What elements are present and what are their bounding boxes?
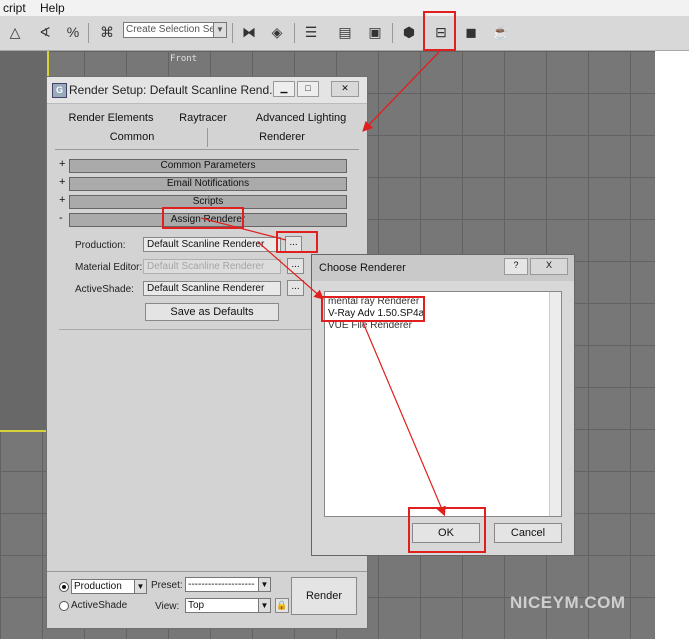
arrow-to-assign-renderer — [200, 217, 287, 241]
annotation-arrows — [200, 51, 446, 517]
arrow-to-ok — [361, 319, 446, 517]
arrow-to-render-setup — [362, 51, 440, 132]
arrow-to-browse — [257, 241, 324, 300]
watermark: NICEYM.COM — [510, 593, 626, 612]
